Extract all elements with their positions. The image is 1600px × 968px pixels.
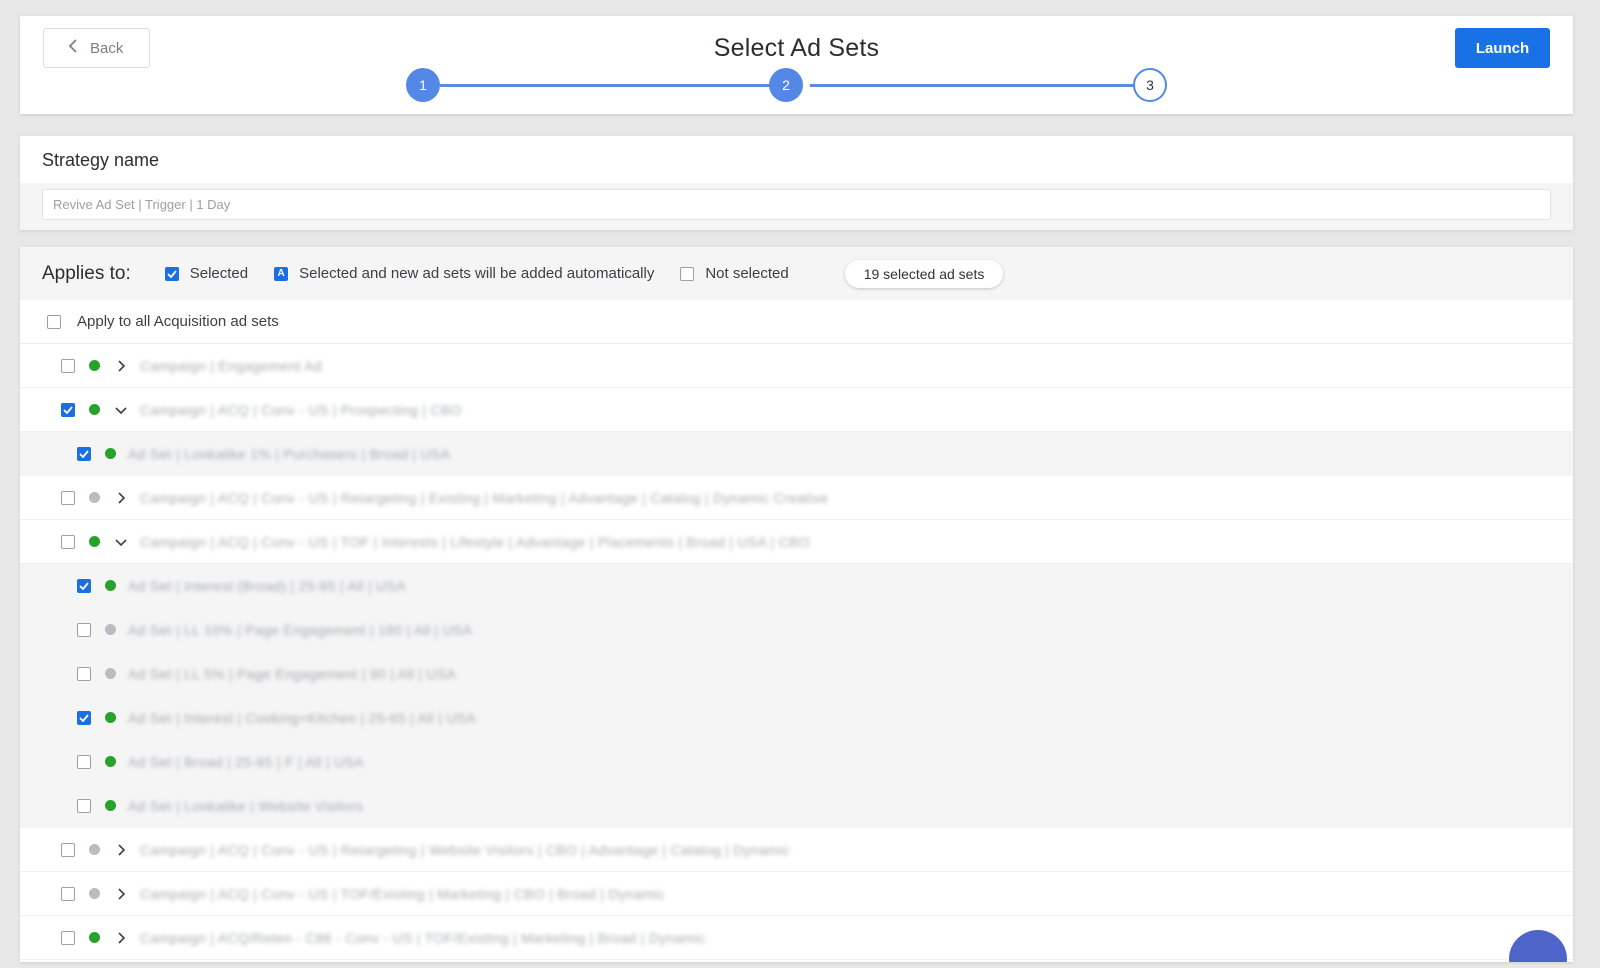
step-connector bbox=[440, 84, 790, 87]
row-name: Ad Set | Lookalike | Website Visitors bbox=[128, 797, 363, 814]
row-checkbox[interactable] bbox=[77, 446, 91, 461]
step-2[interactable]: 2 bbox=[769, 68, 803, 102]
step-connector bbox=[810, 84, 1160, 87]
apply-all-label: Apply to all Acquisition ad sets bbox=[77, 313, 279, 330]
campaign-row[interactable]: Campaign | ACQ | Conv - US | Retargeting… bbox=[20, 828, 1573, 872]
ad-set-list-card: Applies to: Selected A Selected and new … bbox=[20, 247, 1573, 962]
row-name: Ad Set | Lookalike 1% | Purchasers | Bro… bbox=[128, 445, 451, 462]
legend-selected: Selected bbox=[164, 265, 249, 282]
row-checkbox[interactable] bbox=[61, 402, 75, 417]
row-name: Campaign | Engagement Ad bbox=[140, 357, 323, 374]
row-checkbox[interactable] bbox=[77, 666, 91, 681]
status-dot-icon bbox=[105, 624, 116, 635]
ad-set-row[interactable]: Ad Set | Interest | Cooking+Kitchen | 25… bbox=[20, 696, 1573, 740]
applies-to-bar: Applies to: Selected A Selected and new … bbox=[20, 247, 1573, 300]
row-name: Ad Set | Interest | Cooking+Kitchen | 25… bbox=[128, 709, 476, 726]
row-name: Campaign | ACQ/Reten - C86 - Conv - US |… bbox=[140, 929, 706, 946]
status-dot-icon bbox=[105, 800, 116, 811]
row-name: Ad Set | LL 5% | Page Engagement | 90 | … bbox=[128, 665, 457, 682]
row-checkbox[interactable] bbox=[61, 930, 75, 945]
header-card: Back Select Ad Sets Launch 1 2 3 bbox=[20, 16, 1573, 114]
row-name: Campaign | ACQ | Conv - US | Retargeting… bbox=[140, 489, 829, 506]
status-dot-icon bbox=[89, 404, 100, 415]
stepper: 1 2 3 bbox=[20, 68, 1573, 104]
row-checkbox[interactable] bbox=[61, 490, 75, 505]
status-dot-icon bbox=[89, 844, 100, 855]
row-name: Ad Set | Interest (Broad) | 25-65 | All … bbox=[128, 577, 406, 594]
auto-add-icon: A bbox=[274, 266, 289, 281]
step-3[interactable]: 3 bbox=[1133, 68, 1167, 102]
chevron-down-icon[interactable] bbox=[114, 403, 128, 417]
campaign-row[interactable]: Campaign | ACQ | Conv - US | Retargeting… bbox=[20, 476, 1573, 520]
row-checkbox[interactable] bbox=[61, 358, 75, 373]
strategy-name-label: Strategy name bbox=[42, 150, 160, 170]
row-name: Ad Set | LL 10% | Page Engagement | 180 … bbox=[128, 621, 473, 638]
row-checkbox[interactable] bbox=[77, 754, 91, 769]
chevron-right-icon[interactable] bbox=[114, 491, 128, 505]
status-dot-icon bbox=[105, 756, 116, 767]
ad-set-row[interactable]: Ad Set | LL 5% | Page Engagement | 90 | … bbox=[20, 652, 1573, 696]
status-dot-icon bbox=[89, 536, 100, 547]
strategy-card: Strategy name bbox=[20, 136, 1573, 230]
row-checkbox[interactable] bbox=[61, 842, 75, 857]
ad-set-row[interactable]: Ad Set | Interest (Broad) | 25-65 | All … bbox=[20, 564, 1573, 608]
row-name: Campaign | ACQ | Conv - US | TOF | Inter… bbox=[140, 533, 810, 550]
chevron-right-icon[interactable] bbox=[114, 931, 128, 945]
apply-all-row[interactable]: Apply to all Acquisition ad sets bbox=[20, 300, 1573, 344]
status-dot-icon bbox=[105, 448, 116, 459]
applies-to-title: Applies to: bbox=[42, 262, 131, 284]
row-checkbox[interactable] bbox=[61, 534, 75, 549]
row-checkbox[interactable] bbox=[77, 578, 91, 593]
ad-set-rows: Campaign | Engagement Ad Campaign | ACQ |… bbox=[20, 344, 1573, 960]
apply-all-checkbox[interactable] bbox=[47, 314, 61, 329]
strategy-input-band bbox=[20, 183, 1573, 230]
status-dot-icon bbox=[89, 932, 100, 943]
chevron-right-icon[interactable] bbox=[114, 359, 128, 373]
chevron-right-icon[interactable] bbox=[114, 843, 128, 857]
legend-auto-label: Selected and new ad sets will be added a… bbox=[299, 265, 655, 282]
row-name: Ad Set | Broad | 25-65 | F | All | USA bbox=[128, 753, 364, 770]
status-dot-icon bbox=[89, 492, 100, 503]
campaign-row[interactable]: Campaign | ACQ/Reten - C86 - Conv - US |… bbox=[20, 916, 1573, 960]
ad-set-row[interactable]: Ad Set | Lookalike | Website Visitors bbox=[20, 784, 1573, 828]
page-title: Select Ad Sets bbox=[713, 34, 880, 62]
checkbox-empty-icon bbox=[680, 266, 695, 281]
checkbox-checked-icon bbox=[164, 266, 179, 281]
step-1[interactable]: 1 bbox=[406, 68, 440, 102]
selected-count-badge: 19 selected ad sets bbox=[844, 259, 1004, 288]
chevron-right-icon[interactable] bbox=[114, 887, 128, 901]
campaign-row[interactable]: Campaign | ACQ | Conv - US | TOF | Inter… bbox=[20, 520, 1573, 564]
legend-selected-label: Selected bbox=[189, 265, 249, 282]
launch-button[interactable]: Launch bbox=[1455, 28, 1550, 68]
legend-not-selected: Not selected bbox=[680, 265, 789, 282]
row-name: Campaign | ACQ | Conv - US | Prospecting… bbox=[140, 401, 462, 418]
campaign-row[interactable]: Campaign | ACQ | Conv - US | Prospecting… bbox=[20, 388, 1573, 432]
campaign-row[interactable]: Campaign | ACQ | Conv - US | TOF/Existin… bbox=[20, 872, 1573, 916]
legend-not-selected-label: Not selected bbox=[705, 265, 789, 282]
row-name: Campaign | ACQ | Conv - US | Retargeting… bbox=[140, 841, 790, 858]
legend-auto: A Selected and new ad sets will be added… bbox=[274, 265, 654, 282]
status-dot-icon bbox=[105, 580, 116, 591]
ad-set-row[interactable]: Ad Set | LL 10% | Page Engagement | 180 … bbox=[20, 608, 1573, 652]
row-checkbox[interactable] bbox=[77, 798, 91, 813]
chevron-down-icon[interactable] bbox=[114, 535, 128, 549]
campaign-row[interactable]: Campaign | Engagement Ad bbox=[20, 344, 1573, 388]
status-dot-icon bbox=[105, 668, 116, 679]
strategy-name-input[interactable] bbox=[42, 189, 1551, 220]
row-name: Campaign | ACQ | Conv - US | TOF/Existin… bbox=[140, 885, 665, 902]
status-dot-icon bbox=[89, 888, 100, 899]
ad-set-row[interactable]: Ad Set | Lookalike 1% | Purchasers | Bro… bbox=[20, 432, 1573, 476]
status-dot-icon bbox=[105, 712, 116, 723]
row-checkbox[interactable] bbox=[77, 710, 91, 725]
row-checkbox[interactable] bbox=[61, 886, 75, 901]
status-dot-icon bbox=[89, 360, 100, 371]
ad-set-row[interactable]: Ad Set | Broad | 25-65 | F | All | USA bbox=[20, 740, 1573, 784]
row-checkbox[interactable] bbox=[77, 622, 91, 637]
